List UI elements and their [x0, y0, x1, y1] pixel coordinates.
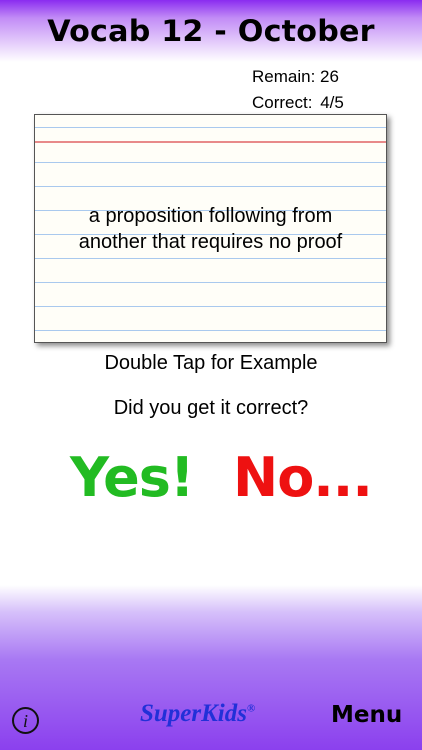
remain-label: Remain: — [252, 67, 316, 86]
correct-row: Correct: 4/5 — [252, 90, 344, 116]
card-definition-line-1: a proposition following from — [88, 205, 333, 227]
superkids-logo: SuperKids® — [140, 700, 255, 728]
logo-text: SuperKids — [140, 700, 247, 727]
score-stats: Remain: 26 Correct: 4/5 — [252, 64, 344, 116]
yes-button[interactable]: Yes! — [70, 446, 195, 509]
correct-question: Did you get it correct? — [113, 397, 309, 419]
card-definition: a proposition following from another tha… — [35, 203, 386, 255]
menu-button[interactable]: Menu — [331, 702, 402, 728]
registered-mark: ® — [246, 702, 256, 715]
correct-value: 4/5 — [320, 93, 344, 112]
remain-row: Remain: 26 — [252, 64, 344, 90]
example-hint: Double Tap for Example — [104, 352, 318, 374]
card-definition-line-2: another that requires no proof — [78, 231, 343, 253]
no-button[interactable]: No... — [233, 446, 373, 509]
flash-card[interactable]: a proposition following from another tha… — [34, 114, 387, 343]
correct-label: Correct: — [252, 93, 313, 112]
info-icon[interactable]: i — [12, 707, 39, 734]
page-title: Vocab 12 - October — [47, 14, 375, 48]
remain-value: 26 — [320, 67, 339, 86]
